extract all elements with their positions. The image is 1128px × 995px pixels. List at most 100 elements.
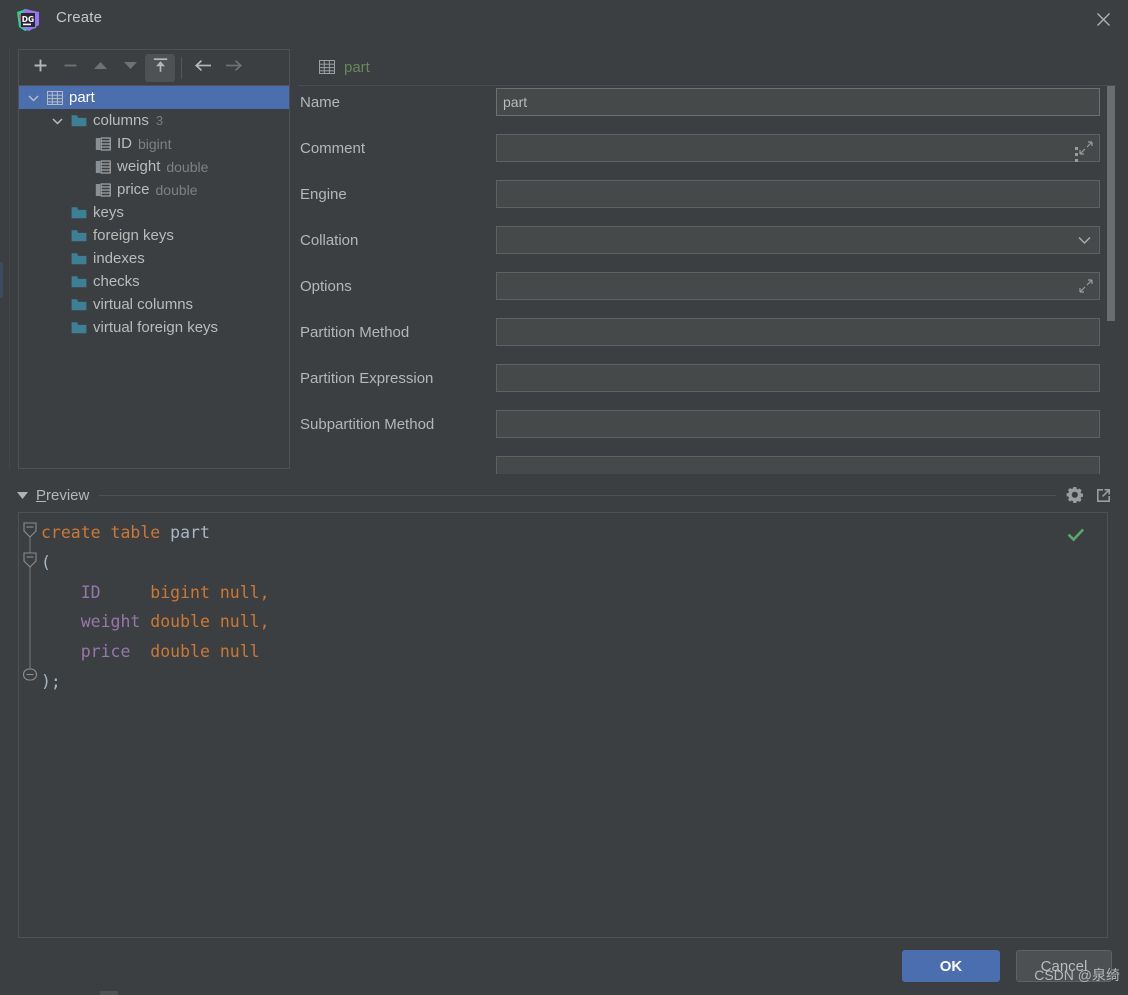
column-icon [94,159,112,175]
minus-icon [63,58,78,78]
folder-icon [70,274,88,290]
property-input-engine[interactable] [496,180,1100,208]
code-token: double null [150,642,260,662]
dialog-button-bar: OK Cancel [902,950,1112,982]
tree-item-foreign-keys[interactable]: foreign keys [19,224,289,247]
dialog-titlebar: DG Create [0,0,1128,40]
close-icon[interactable] [1078,0,1128,38]
move-up-button [85,54,115,82]
sql-preview-editor[interactable]: create table part ( ID bigint null, weigh… [18,512,1108,938]
folder-icon [70,228,88,244]
ok-button[interactable]: OK [902,950,1000,982]
upload-icon [152,57,169,79]
tree-item-label: virtual foreign keys [93,319,219,336]
property-input-partition-expression[interactable] [496,364,1100,392]
property-rows: Name part Comment Engine Collation Options P… [298,86,1116,474]
property-input-partition-method[interactable] [496,318,1100,346]
table-icon [46,90,64,106]
property-label-engine: Engine [300,185,347,203]
property-label-partition-expression: Partition Expression [300,369,434,387]
property-row-comment: Comment [298,132,1116,164]
tree-item-columns[interactable]: columns 3 [19,109,289,132]
property-row-subpartition-method: Subpartition Method [298,408,1116,440]
chevron-down-icon[interactable] [49,113,65,129]
tree-item-virtual-foreign-keys[interactable]: virtual foreign keys [19,316,289,339]
property-row-collation: Collation [298,224,1116,256]
tree-item-count: 3 [155,113,164,128]
more-options-icon[interactable] [1066,141,1086,167]
arrow-right-icon [224,58,243,78]
cancel-button[interactable]: Cancel [1016,950,1112,982]
tree-item-label: price [117,181,150,198]
folder-icon [70,320,88,336]
back-button[interactable] [188,54,218,82]
code-token: double null, [150,612,270,632]
move-down-button [115,54,145,82]
property-label-collation: Collation [300,231,359,249]
chevron-down-icon[interactable] [1078,232,1091,248]
tree-item-datatype: double [166,158,209,175]
property-row-partition-expression: Partition Expression [298,362,1116,394]
chevron-down-icon[interactable] [25,90,41,106]
tree-item-keys[interactable]: keys [19,201,289,224]
tree-item-label: keys [93,204,124,221]
tree-item-virtual-columns[interactable]: virtual columns [19,293,289,316]
preview-label[interactable]: Preview [36,487,89,504]
preview-divider [99,494,1056,496]
column-icon [94,136,112,152]
property-input-collation[interactable] [496,226,1100,254]
tree-item-ID[interactable]: ID bigint [19,132,289,155]
code-token: ID [80,582,101,602]
gear-dropdown-icon[interactable] [1066,486,1084,504]
tree-item-label: ID [117,135,132,152]
form-scrollbar-thumb[interactable] [1107,86,1115,321]
tree-item-price[interactable]: price double [19,178,289,201]
sql-code[interactable]: create table part ( ID bigint null, weigh… [41,518,1107,697]
submit-button[interactable] [145,53,175,82]
property-input-subpartition-method[interactable] [496,410,1100,438]
folder-icon [70,251,88,267]
folder-icon [70,205,88,221]
property-input-name[interactable]: part [496,88,1100,116]
property-row-extra-8 [298,454,1116,474]
expand-editor-icon[interactable] [1079,279,1093,293]
tree-item-checks[interactable]: checks [19,270,289,293]
open-in-new-window-icon[interactable] [1094,486,1112,504]
code-token: ); [41,671,61,691]
tree-item-datatype: bigint [138,135,172,152]
preview-mnemonic: P [36,486,47,504]
property-input-options[interactable] [496,272,1100,300]
code-token: weight [80,612,141,632]
code-token: bigint null, [150,582,270,602]
tree-item-label: weight [117,158,161,175]
dialog-title: Create [56,9,103,26]
property-input-extra-8[interactable] [496,456,1100,474]
tree-item-weight[interactable]: weight double [19,155,289,178]
triangle-down-icon[interactable] [14,487,30,503]
property-label-subpartition-method: Subpartition Method [300,415,435,433]
tree-item-indexes[interactable]: indexes [19,247,289,270]
form-scrollbar[interactable] [1106,86,1116,474]
property-value-name: part [503,94,528,110]
arrow-up-icon [93,59,108,77]
folder-icon [70,113,88,129]
create-table-dialog: DG Create part columns 3 ID bigint weigh… [0,0,1128,995]
tree-item-label: foreign keys [93,227,174,244]
code-line: ID bigint null, [41,578,1107,608]
property-row-partition-method: Partition Method [298,316,1116,348]
code-line: create table part [41,518,1107,548]
add-button[interactable] [25,54,55,82]
property-input-comment[interactable] [496,134,1100,162]
object-tree[interactable]: part columns 3 ID bigint weight double pric… [19,86,289,468]
tree-item-part[interactable]: part [19,86,289,109]
tree-item-label: part [69,89,95,106]
property-label-comment: Comment [300,139,366,157]
tree-item-datatype: double [155,181,198,198]
